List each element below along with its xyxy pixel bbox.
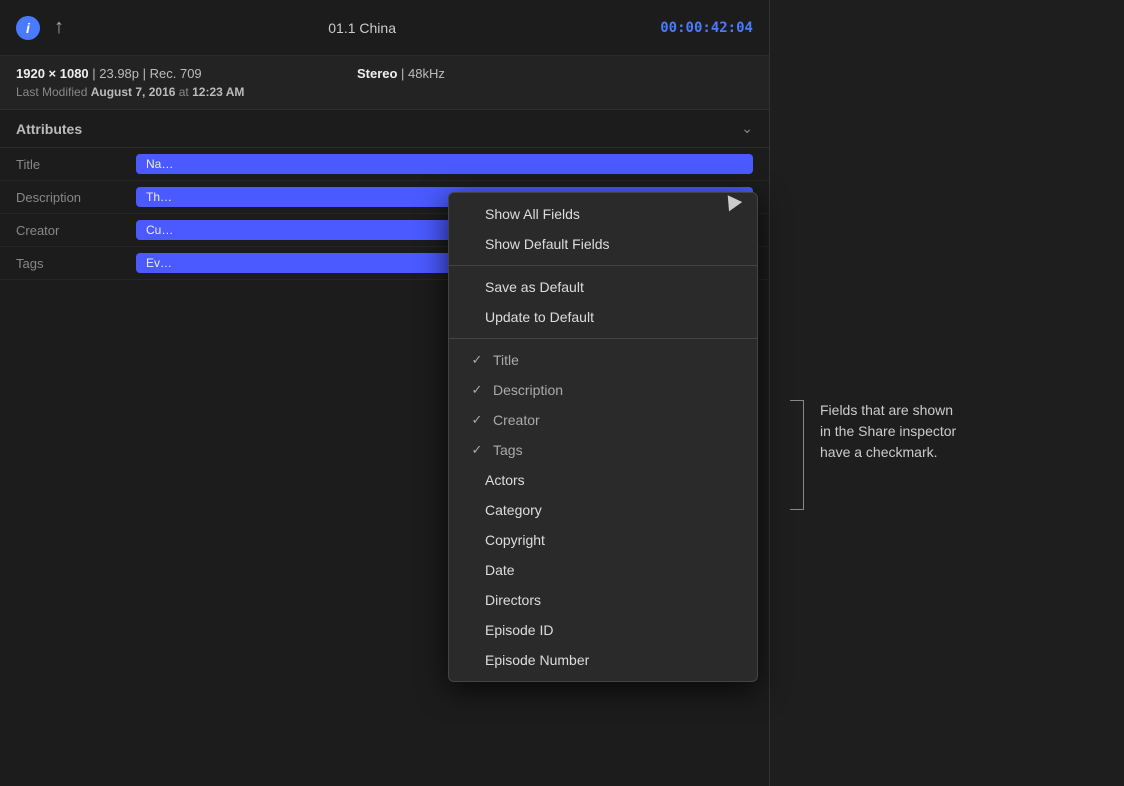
menu-date-label: Date [485,562,515,578]
menu-item-update-to-default[interactable]: Update to Default [449,302,757,332]
field-value-title[interactable]: Na… [136,154,753,174]
annotation-line2: in the Share inspector [820,423,956,439]
menu-description-label: Description [493,382,563,398]
menu-section-show: Show All Fields Show Default Fields [449,193,757,265]
menu-item-episode-number[interactable]: Episode Number [449,645,757,675]
menu-item-save-as-default[interactable]: Save as Default [449,272,757,302]
annotation-line1: Fields that are shown [820,402,953,418]
timecode-prefix: 00:00: [660,20,711,36]
timecode-highlight: 42:04 [711,20,753,36]
menu-item-show-all-fields[interactable]: Show All Fields [449,199,757,229]
specs: | 23.98p | Rec. 709 [89,66,202,81]
modified-time: 12:23 AM [192,85,244,99]
show-default-fields-label: Show Default Fields [485,236,610,252]
meta-bar: 1920 × 1080 | 23.98p | Rec. 709 Stereo |… [0,56,769,110]
menu-actors-label: Actors [485,472,525,488]
share-icon[interactable]: ↑ [54,16,64,39]
menu-copyright-label: Copyright [485,532,545,548]
menu-category-label: Category [485,502,542,518]
top-bar-left: i ↑ [16,16,64,40]
field-label-tags: Tags [16,256,136,271]
modified-mid: at [175,85,192,99]
modified-row: Last Modified August 7, 2016 at 12:23 AM [16,85,753,99]
audio-label: Stereo [357,66,397,81]
menu-directors-label: Directors [485,592,541,608]
menu-item-category[interactable]: Category [449,495,757,525]
top-bar: i ↑ 01.1 China 00:00:42:04 [0,0,769,56]
attributes-title: Attributes [16,121,82,137]
clip-title: 01.1 China [328,20,396,36]
attributes-header[interactable]: Attributes ⌄ [0,110,769,148]
field-row-title: Title Na… [0,148,769,181]
menu-item-tags[interactable]: ✓ Tags [449,435,757,465]
checkmark-description: ✓ [469,382,485,398]
audio-specs: | 48kHz [397,66,444,81]
field-label-title: Title [16,157,136,172]
update-to-default-label: Update to Default [485,309,594,325]
field-label-creator: Creator [16,223,136,238]
save-as-default-label: Save as Default [485,279,584,295]
menu-tags-label: Tags [493,442,523,458]
menu-item-copyright[interactable]: Copyright [449,525,757,555]
menu-item-actors[interactable]: Actors [449,465,757,495]
show-all-fields-label: Show All Fields [485,206,580,222]
annotation-text: Fields that are shown in the Share inspe… [810,400,956,463]
menu-item-date[interactable]: Date [449,555,757,585]
checkmark-tags: ✓ [469,442,485,458]
field-label-description: Description [16,190,136,205]
chevron-down-icon[interactable]: ⌄ [741,120,753,137]
modified-prefix: Last Modified [16,85,91,99]
annotation-bracket [790,400,804,510]
menu-item-episode-id[interactable]: Episode ID [449,615,757,645]
menu-item-show-default-fields[interactable]: Show Default Fields [449,229,757,259]
checkmark-creator: ✓ [469,412,485,428]
menu-item-creator[interactable]: ✓ Creator [449,405,757,435]
menu-creator-label: Creator [493,412,540,428]
menu-item-directors[interactable]: Directors [449,585,757,615]
info-icon[interactable]: i [16,16,40,40]
resolution-row: 1920 × 1080 | 23.98p | Rec. 709 Stereo |… [16,66,753,81]
menu-item-title[interactable]: ✓ Title [449,345,757,375]
annotation-line3: have a checkmark. [820,444,938,460]
dropdown-menu: Show All Fields Show Default Fields Save… [448,192,758,682]
annotation-panel: Fields that are shown in the Share inspe… [790,400,1124,463]
menu-episode-number-label: Episode Number [485,652,589,668]
menu-section-fields: ✓ Title ✓ Description ✓ Creator ✓ Tags A… [449,338,757,681]
menu-episode-id-label: Episode ID [485,622,553,638]
modified-date: August 7, 2016 [91,85,176,99]
menu-item-description[interactable]: ✓ Description [449,375,757,405]
timecode: 00:00:42:04 [660,20,753,36]
checkmark-title: ✓ [469,352,485,368]
menu-section-save: Save as Default Update to Default [449,265,757,338]
resolution: 1920 × 1080 [16,66,89,81]
menu-title-label: Title [493,352,519,368]
